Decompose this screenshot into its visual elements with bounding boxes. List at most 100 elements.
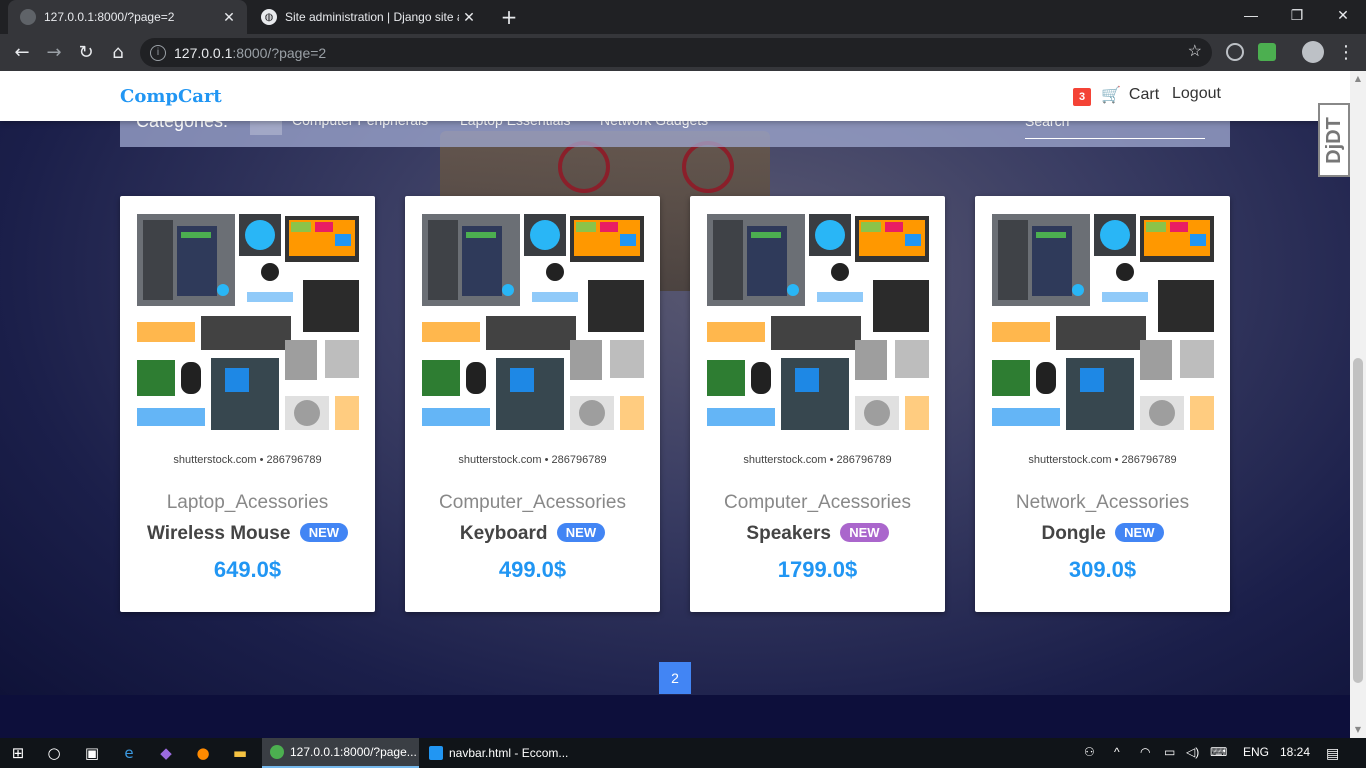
keyboard-icon[interactable]: ⌨ [1210,745,1227,759]
minimize-button[interactable]: — [1228,0,1274,30]
shopping-cart-icon: 🛒 [1101,87,1121,104]
address-bar[interactable]: i 127.0.0.1:8000/?page=2 ☆ [140,38,1212,67]
page-scrollbar[interactable]: ▲ ▼ [1350,71,1366,738]
image-credit: shutterstock.com • 286796789 [743,454,892,466]
tab-django-admin[interactable]: ◍ Site administration | Django site a ✕ [249,0,487,34]
product-category: Computer_Acessories [724,492,911,513]
close-tab-icon[interactable]: ✕ [219,9,239,26]
image-credit: shutterstock.com • 286796789 [1028,454,1177,466]
product-price: 649.0$ [213,557,282,582]
profile-avatar[interactable] [1302,41,1324,63]
notifications-icon[interactable]: ▤ [1326,745,1339,762]
cart-link[interactable]: 🛒 Cart [1101,85,1159,105]
product-category: Network_Acessories [1015,492,1190,513]
chevron-up-icon[interactable]: ^ [1114,745,1120,759]
language-indicator[interactable]: ENG [1243,745,1269,759]
django-debug-toolbar-handle[interactable]: DjDT [1318,103,1350,177]
menu-icon[interactable]: ⋮ [1334,41,1358,65]
product-name[interactable]: Dongle [1041,523,1105,544]
vscode-icon [429,746,443,760]
wifi-icon[interactable]: ◠ [1140,745,1150,759]
people-icon[interactable]: ⚇ [1084,745,1095,759]
footer [0,695,1350,738]
new-badge: NEW [840,523,889,542]
windows-taskbar: ⊞ ○ ▣ e ◆ ● ▬ 127.0.0.1:8000/?page... na… [0,738,1366,768]
product-image[interactable] [990,212,1216,434]
tab-title: 127.0.0.1:8000/?page=2 [44,10,175,24]
product-price: 1799.0$ [777,557,858,582]
firefox-icon[interactable]: ● [193,743,213,763]
product-category: Laptop_Acessories [166,492,329,513]
reload-icon[interactable]: ↻ [74,41,98,65]
image-credit: shutterstock.com • 286796789 [173,454,322,466]
background-decoration [558,141,610,193]
product-name[interactable]: Keyboard [460,523,548,544]
forward-icon[interactable]: → [42,41,66,65]
image-credit: shutterstock.com • 286796789 [458,454,607,466]
url-path: :8000/?page=2 [232,44,327,61]
product-card[interactable]: shutterstock.com • 286796789 Laptop_Aces… [120,196,375,612]
new-badge: NEW [556,523,606,542]
restore-button[interactable]: ❐ [1274,0,1320,30]
product-card[interactable]: shutterstock.com • 286796789 Computer_Ac… [405,196,660,612]
power-icon[interactable]: ▭ [1164,745,1175,759]
new-badge: NEW [299,523,349,542]
url-host: 127.0.0.1 [174,44,233,61]
product-name-row[interactable]: Dongle NEW [975,523,1230,545]
edge-icon[interactable]: e [119,743,139,763]
product-price: 499.0$ [498,557,567,582]
clock[interactable]: 18:24 [1280,745,1310,759]
new-tab-button[interactable]: + [498,6,520,28]
product-name-row[interactable]: Wireless Mouse NEW [120,523,375,545]
pagination-current-page[interactable]: 2 [659,662,691,694]
background-decoration [682,141,734,193]
tab-current[interactable]: 127.0.0.1:8000/?page=2 ✕ [8,0,247,34]
taskbar-app-chrome[interactable]: 127.0.0.1:8000/?page... [262,738,419,768]
browser-toolbar: ← → ↻ ⌂ i 127.0.0.1:8000/?page=2 ☆ ⋮ [0,34,1366,71]
product-price: 309.0$ [1068,557,1137,582]
product-card[interactable]: shutterstock.com • 286796789 Network_Ace… [975,196,1230,612]
brand-logo[interactable]: CompCart [120,86,222,107]
search-icon[interactable]: ○ [44,743,64,763]
back-icon[interactable]: ← [10,41,34,65]
close-window-button[interactable]: ✕ [1320,0,1366,30]
product-name[interactable]: Speakers [746,523,831,544]
product-name-row[interactable]: Speakers NEW [690,523,945,545]
page-viewport: Categories: All Computer Peripherals Lap… [0,71,1350,738]
scrollbar-thumb[interactable] [1353,358,1363,683]
windows-start-icon[interactable]: ⊞ [8,743,28,763]
product-category: Computer_Acessories [439,492,626,513]
product-name[interactable]: Wireless Mouse [147,523,290,544]
scroll-down-icon[interactable]: ▼ [1350,722,1366,738]
extension-icon[interactable] [1258,43,1276,61]
globe-icon [20,9,36,25]
product-image[interactable] [420,212,646,434]
chrome-icon [270,745,284,759]
djdt-label: DjDT [1322,116,1345,164]
cart-count-badge: 3 [1073,88,1091,106]
home-icon[interactable]: ⌂ [106,41,130,65]
product-image[interactable] [705,212,931,434]
store-icon[interactable]: ▣ [82,743,102,763]
visual-studio-icon[interactable]: ◆ [156,743,176,763]
bookmark-star-icon[interactable]: ☆ [1188,41,1202,61]
product-card[interactable]: shutterstock.com • 286796789 Computer_Ac… [690,196,945,612]
volume-icon[interactable]: ◁) [1186,745,1199,759]
product-name-row[interactable]: Keyboard NEW [405,523,660,545]
taskbar-app-label: navbar.html - Eccom... [449,746,569,760]
site-navbar: CompCart 3 🛒 Cart Logout [0,71,1350,121]
close-tab-icon[interactable]: ✕ [459,9,479,26]
logout-link[interactable]: Logout [1172,85,1221,103]
browser-tab-strip: 127.0.0.1:8000/?page=2 ✕ ◍ Site administ… [0,0,1366,34]
info-icon[interactable]: i [150,44,166,61]
cart-label: Cart [1128,86,1160,103]
tab-title: Site administration | Django site a [285,10,459,24]
taskbar-app-label: 127.0.0.1:8000/?page... [290,745,417,759]
file-explorer-icon[interactable]: ▬ [230,743,250,763]
product-image[interactable] [135,212,361,434]
new-badge: NEW [1115,523,1164,542]
globe-icon: ◍ [261,9,277,25]
taskbar-app-vscode[interactable]: navbar.html - Eccom... [421,738,578,768]
scroll-up-icon[interactable]: ▲ [1350,71,1366,87]
extension-icon[interactable] [1226,43,1244,61]
